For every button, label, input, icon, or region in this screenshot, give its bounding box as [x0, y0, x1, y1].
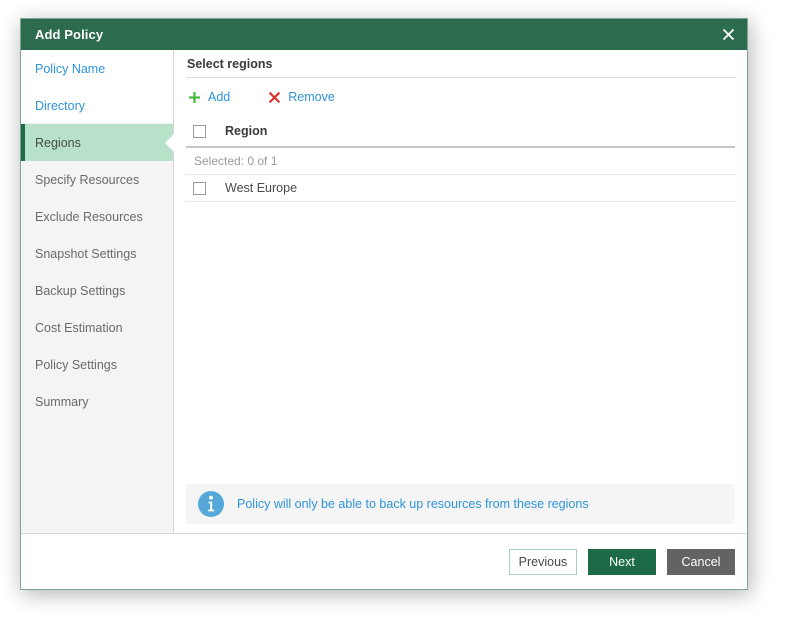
dialog-title-bar: Add Policy	[21, 19, 747, 50]
plus-icon	[189, 91, 200, 103]
add-policy-dialog: Add Policy Policy Name Directory Regions Sp…	[20, 18, 748, 590]
selected-count-row: Selected: 0 of 1	[186, 148, 735, 175]
sidebar-item-directory[interactable]: Directory	[21, 87, 173, 124]
sidebar-item-label: Cost Estimation	[35, 320, 123, 335]
sidebar-item-snapshot-settings[interactable]: Snapshot Settings	[21, 235, 173, 272]
add-button-label: Add	[208, 90, 231, 104]
sidebar-item-label: Regions	[35, 135, 81, 150]
next-button[interactable]: Next	[588, 548, 656, 575]
remove-button[interactable]: Remove	[268, 90, 335, 104]
select-all-checkbox[interactable]	[193, 124, 206, 138]
sidebar-item-label: Snapshot Settings	[35, 246, 137, 261]
page-title: Select regions	[187, 56, 273, 71]
info-bar-text: Policy will only be able to back up reso…	[237, 497, 589, 511]
sidebar-item-label: Policy Settings	[35, 357, 117, 372]
region-name-cell: West Europe	[225, 181, 298, 195]
x-icon	[269, 91, 281, 103]
sidebar-item-label: Policy Name	[35, 61, 106, 76]
table-header-row: Region	[186, 116, 735, 148]
sidebar-item-specify-resources[interactable]: Specify Resources	[21, 161, 173, 198]
column-header-region: Region	[225, 124, 268, 138]
sidebar-item-label: Directory	[35, 98, 86, 113]
sidebar-item-policy-settings[interactable]: Policy Settings	[21, 346, 173, 383]
info-bar: Policy will only be able to back up reso…	[186, 484, 735, 524]
wizard-step-list: Policy Name Directory Regions Specify Resou…	[21, 50, 174, 420]
cancel-button[interactable]: Cancel	[667, 548, 735, 575]
remove-button-label: Remove	[288, 90, 335, 104]
close-button[interactable]	[709, 19, 747, 50]
selected-count-label: Selected: 0 of 1	[194, 154, 278, 168]
row-checkbox[interactable]	[193, 181, 206, 195]
sidebar-item-label: Summary	[35, 394, 89, 409]
dialog-body: Policy Name Directory Regions Specify Resou…	[21, 50, 747, 533]
table-row[interactable]: West Europe	[186, 175, 735, 202]
sidebar-item-summary[interactable]: Summary	[21, 383, 173, 420]
dialog-title: Add Policy	[35, 27, 104, 42]
sidebar-item-backup-settings[interactable]: Backup Settings	[21, 272, 173, 309]
region-toolbar: Add Remove	[186, 78, 735, 116]
add-button[interactable]: Add	[188, 90, 230, 104]
content-panel: Select regions Add Remove Region Selecte…	[174, 50, 747, 533]
close-icon	[722, 28, 734, 41]
info-icon	[198, 491, 224, 517]
dialog-footer: Previous Next Cancel	[21, 533, 747, 589]
previous-button[interactable]: Previous	[509, 548, 577, 575]
sidebar-item-label: Exclude Resources	[35, 209, 143, 224]
table-rows: West Europe	[186, 175, 735, 202]
sidebar-item-cost-estimation[interactable]: Cost Estimation	[21, 309, 173, 346]
wizard-sidebar: Policy Name Directory Regions Specify Resou…	[21, 50, 174, 533]
regions-table: Region Selected: 0 of 1 West Europe	[186, 116, 735, 484]
sidebar-item-policy-name[interactable]: Policy Name	[21, 50, 173, 87]
active-step-accent-bar	[21, 124, 25, 161]
sidebar-item-regions[interactable]: Regions	[21, 124, 174, 161]
content-header: Select regions	[186, 50, 735, 78]
sidebar-item-label: Specify Resources	[35, 172, 140, 187]
sidebar-item-exclude-resources[interactable]: Exclude Resources	[21, 198, 173, 235]
active-step-chevron-icon	[165, 133, 174, 152]
sidebar-item-label: Backup Settings	[35, 283, 126, 298]
